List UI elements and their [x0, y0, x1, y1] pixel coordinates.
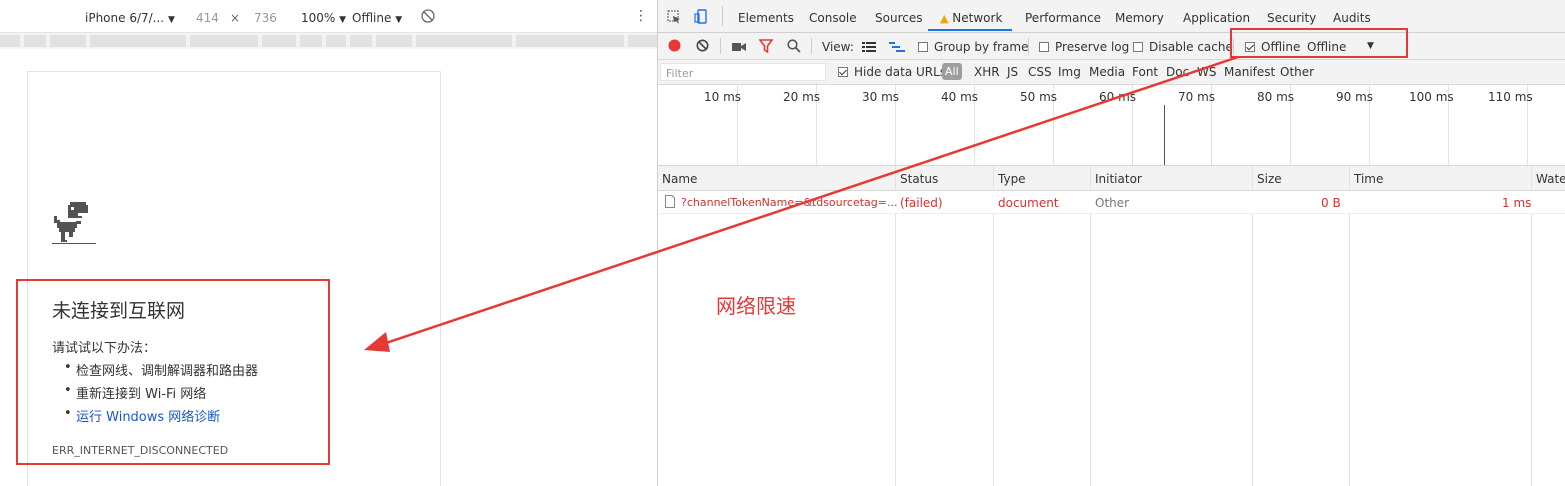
annotation-label: 网络限速	[716, 294, 796, 318]
annotation-arrow	[364, 55, 1239, 352]
